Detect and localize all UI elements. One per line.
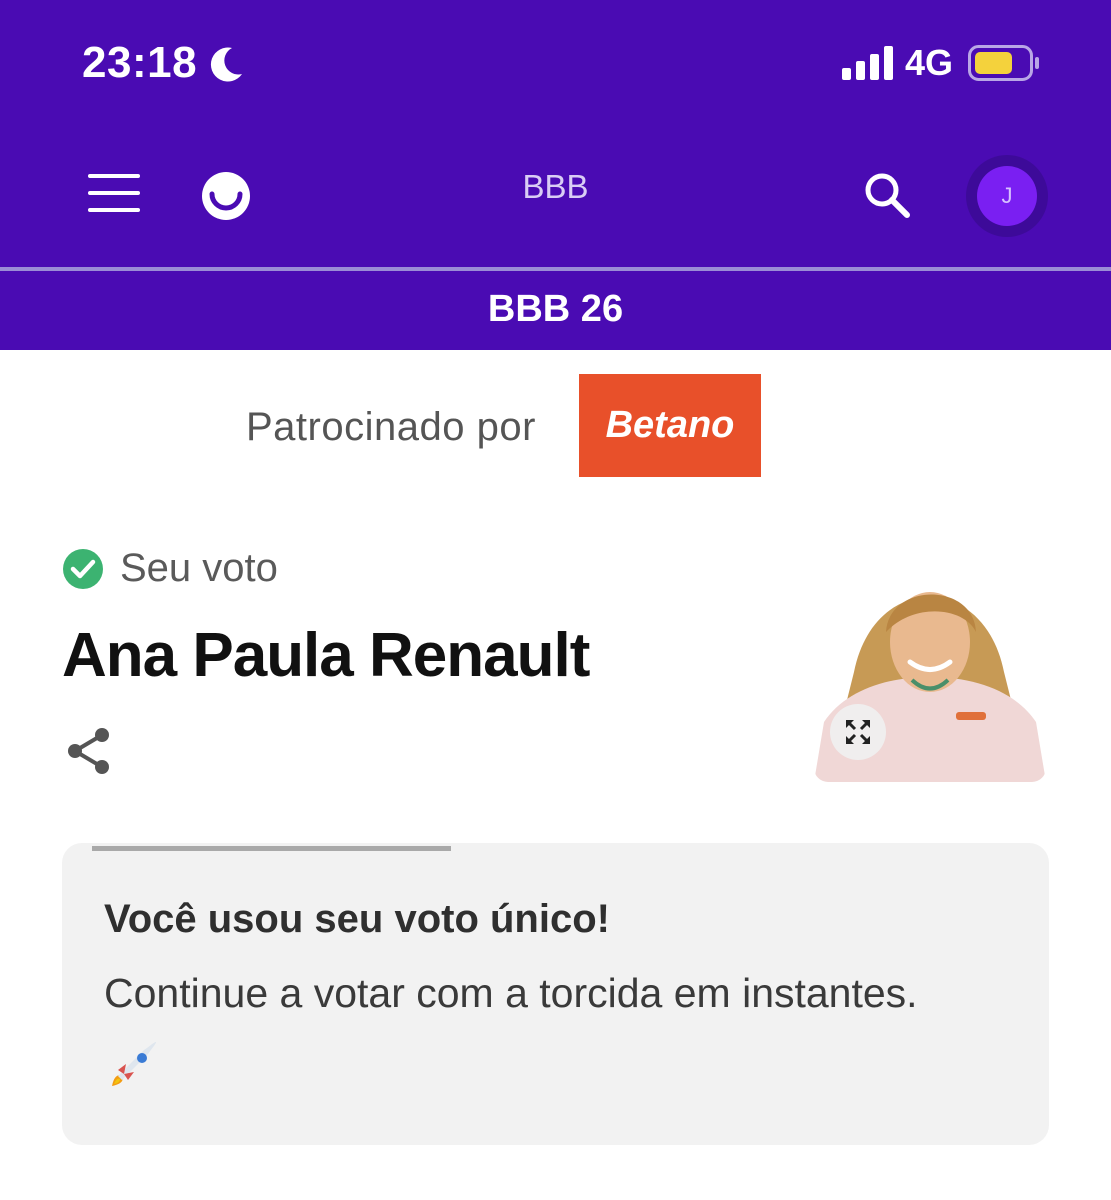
moon-icon [210,47,242,82]
rocket-icon [112,1042,156,1086]
avatar[interactable]: J [977,166,1037,226]
share-icon[interactable] [66,726,112,776]
page-title: BBB [522,168,589,205]
network-label: 4G [905,42,954,83]
header-divider [0,267,1111,271]
battery-icon [968,45,1039,81]
card-title: Você usou seu voto único! [104,897,610,941]
candidate-name: Ana Paula Renault [62,621,590,690]
section-title: BBB 26 [487,288,624,330]
expand-button[interactable] [830,704,886,760]
card-message: Continue a votar com a torcida em instan… [104,970,918,1016]
check-icon [63,549,103,589]
status-time: 23:18 [82,38,198,87]
search-icon[interactable] [862,170,912,220]
sponsor-logo[interactable]: Betano [579,374,761,477]
sponsor-label: Patrocinado por [246,405,536,449]
expand-icon [846,720,870,744]
signal-icon [842,46,893,80]
card-progress-bar [92,846,451,851]
vote-label: Seu voto [120,546,278,590]
